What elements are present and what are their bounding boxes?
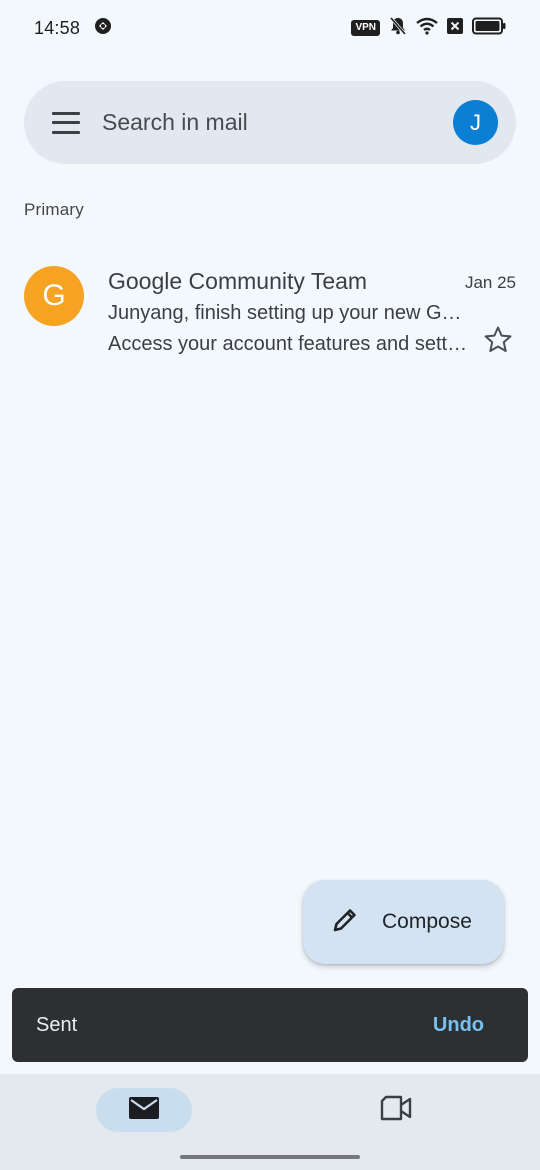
video-camera-icon xyxy=(380,1095,412,1126)
status-bar: 14:58 VPN xyxy=(0,0,540,56)
star-icon[interactable] xyxy=(482,324,514,356)
wifi-icon xyxy=(416,17,438,40)
sim-off-icon xyxy=(446,17,464,40)
status-time: 14:58 xyxy=(34,17,81,38)
search-input[interactable]: Search in mail xyxy=(102,109,453,136)
bell-off-icon xyxy=(388,16,408,41)
snackbar-message: Sent xyxy=(36,1013,78,1036)
mail-icon xyxy=(128,1096,160,1125)
mail-snippet: Access your account features and setting… xyxy=(108,333,468,355)
compose-label: Compose xyxy=(382,910,472,933)
notification-app-icon xyxy=(94,17,112,40)
undo-button[interactable]: Undo xyxy=(433,1014,484,1037)
mail-subject: Junyang, finish setting up your new Goog… xyxy=(108,302,464,324)
search-bar[interactable]: Search in mail J xyxy=(24,81,516,164)
snackbar: Sent Undo xyxy=(12,988,528,1062)
battery-icon xyxy=(472,17,506,40)
pencil-icon xyxy=(330,905,360,940)
sender-avatar[interactable]: G xyxy=(24,266,84,326)
home-indicator[interactable] xyxy=(180,1155,360,1159)
vpn-icon: VPN xyxy=(351,20,380,36)
mail-date: Jan 25 xyxy=(464,273,516,292)
compose-button[interactable]: Compose xyxy=(303,880,504,964)
mail-list-item[interactable]: G Google Community Team Jan 25 Junyang, … xyxy=(0,252,540,370)
nav-meet[interactable] xyxy=(370,1090,422,1130)
mail-sender: Google Community Team xyxy=(108,268,368,294)
section-label: Primary xyxy=(24,200,84,219)
nav-mail[interactable] xyxy=(96,1088,192,1132)
menu-icon[interactable] xyxy=(52,111,80,134)
account-avatar[interactable]: J xyxy=(453,100,498,145)
